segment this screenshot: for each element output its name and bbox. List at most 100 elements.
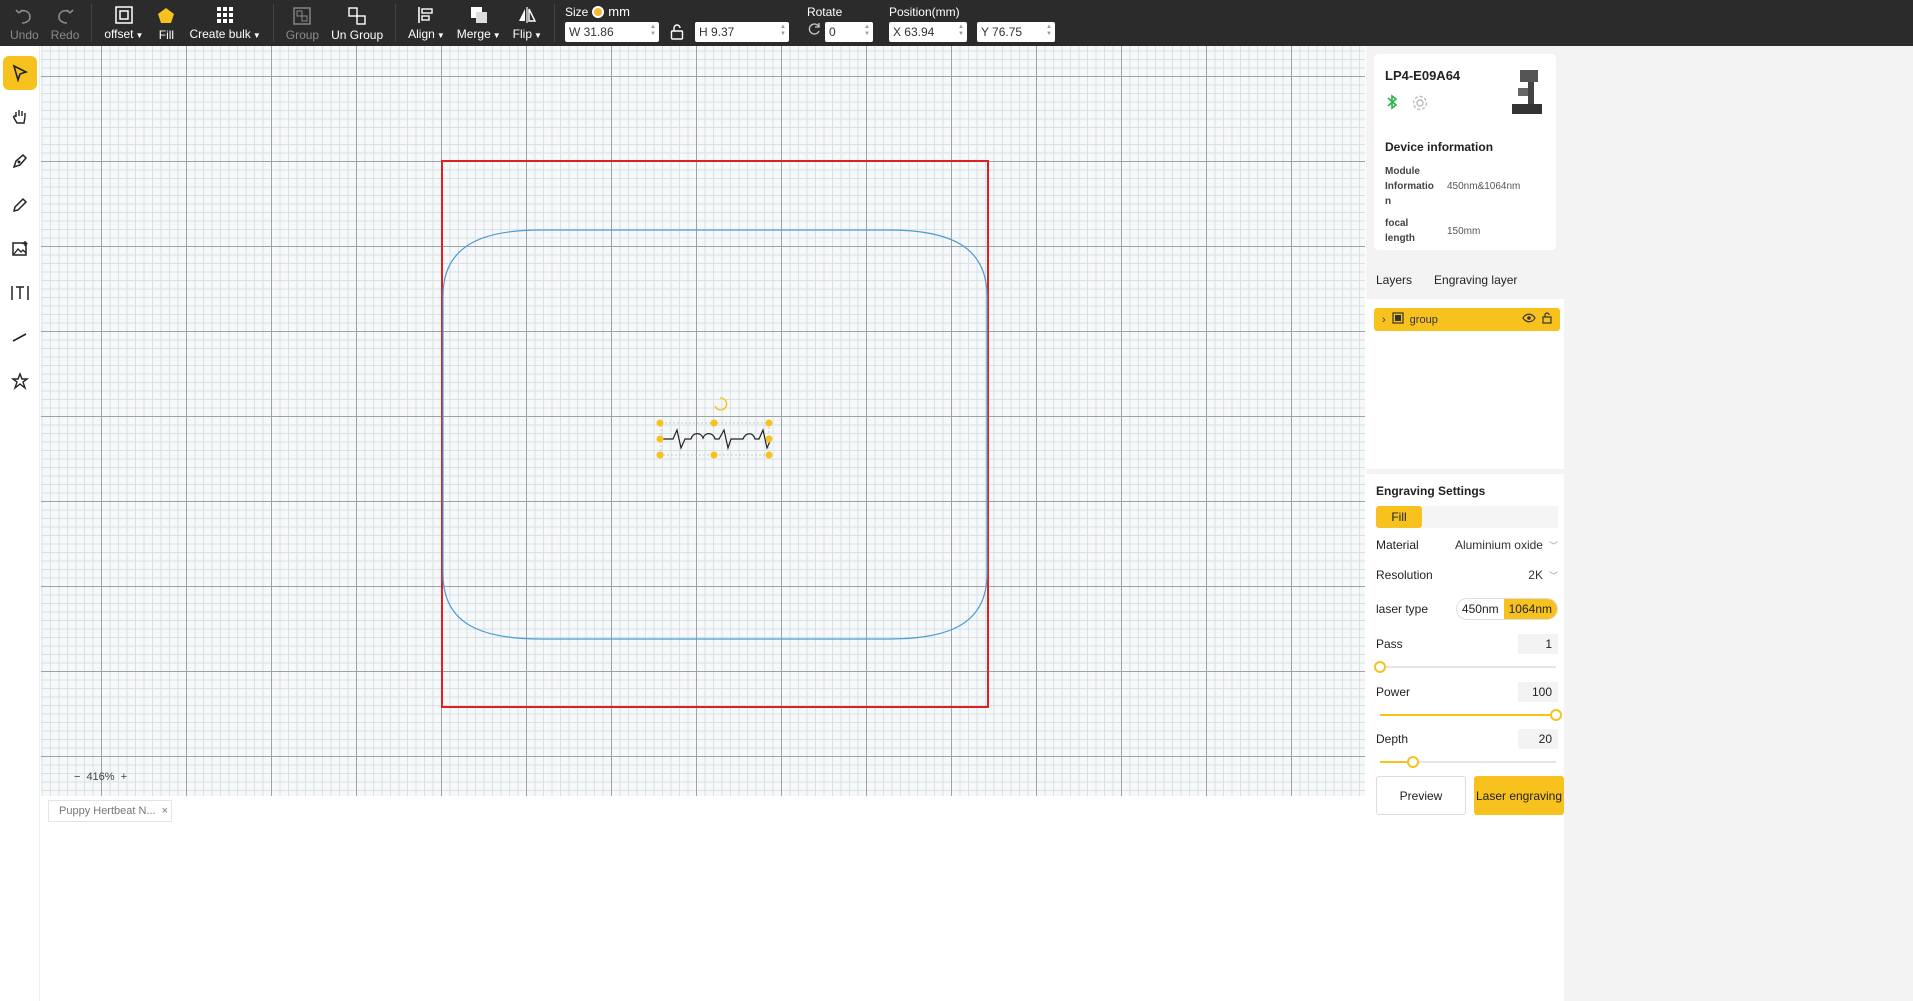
depth-row: Depth 20	[1376, 729, 1558, 749]
stepper-icon[interactable]: ▲ ▼	[1046, 24, 1052, 38]
design-canvas[interactable]	[41, 46, 1365, 796]
chevron-down-icon: ﹀	[1548, 570, 1558, 581]
create-bulk-button[interactable]: Create bulk ▼	[183, 0, 266, 46]
width-input[interactable]: W 31.86 ▲ ▼	[564, 21, 659, 42]
module-value: 450nm&1064nm	[1447, 181, 1521, 192]
power-slider[interactable]	[1380, 708, 1562, 722]
merge-icon	[468, 5, 490, 25]
laser-engraving-button[interactable]: Laser engraving	[1474, 776, 1564, 815]
group-label: Group	[285, 27, 320, 42]
select-tool[interactable]	[3, 56, 37, 90]
depth-label: Depth	[1376, 732, 1409, 746]
shape-tool[interactable]	[3, 364, 37, 398]
x-input[interactable]: X 63.94 ▲ ▼	[888, 21, 967, 42]
offset-label: offset	[104, 26, 134, 41]
line-tool[interactable]	[3, 320, 37, 354]
hand-tool[interactable]	[3, 100, 37, 134]
lock-icon[interactable]	[667, 23, 687, 40]
merge-button[interactable]: Merge ▼	[451, 0, 507, 46]
redo-button[interactable]: Redo	[45, 0, 86, 46]
layer-name: group	[1409, 313, 1438, 326]
top-toolbar: Undo Redo offset ▼ Fill Create bulk ▼ Gr…	[0, 0, 1913, 46]
pass-slider[interactable]	[1374, 660, 1556, 674]
create-bulk-label: Create bulk	[189, 26, 251, 41]
toolbar-divider	[553, 4, 555, 42]
undo-button[interactable]: Undo	[4, 0, 45, 46]
chevron-right-icon[interactable]: ›	[1382, 314, 1386, 326]
flip-button[interactable]: Flip ▼	[507, 0, 548, 46]
resolution-row: Resolution 2K ﹀	[1376, 568, 1558, 582]
device-name: LP4-E09A64	[1385, 68, 1461, 83]
chevron-down-icon: ▼	[492, 30, 501, 40]
offset-button[interactable]: offset ▼	[98, 0, 149, 46]
ungroup-button[interactable]: Un Group	[325, 0, 389, 46]
image-tool[interactable]	[3, 232, 37, 266]
gear-icon[interactable]	[1411, 94, 1429, 117]
layer-item-group[interactable]: › group	[1374, 308, 1560, 331]
position-fields: Position(mm) X 63.94 ▲ ▼ Y 76.75 ▲ ▼	[877, 0, 1059, 46]
rotate-input[interactable]: 0 ▲ ▼	[824, 21, 873, 42]
redo-label: Redo	[50, 27, 80, 42]
rotate-field: Rotate 0 ▲ ▼	[793, 0, 877, 46]
cursor-icon	[12, 64, 29, 82]
device-card: LP4-E09A64 Device information Module Inf…	[1374, 54, 1556, 250]
mode-track	[1422, 506, 1558, 528]
stepper-icon[interactable]: ▲ ▼	[864, 24, 870, 38]
tab-engraving-layer[interactable]: Engraving layer	[1434, 273, 1517, 287]
tab-layers[interactable]: Layers	[1376, 273, 1412, 287]
chevron-down-icon: ▼	[436, 30, 445, 40]
work-area-border	[441, 160, 989, 708]
laser-1064nm-option[interactable]: 1064nm	[1503, 599, 1557, 619]
grid-icon	[214, 5, 236, 25]
power-label: Power	[1376, 685, 1411, 699]
fill-button[interactable]: Fill	[149, 0, 183, 46]
align-button[interactable]: Align ▼	[402, 0, 451, 46]
y-input[interactable]: Y 76.75 ▲ ▼	[976, 21, 1055, 42]
resolution-select[interactable]: 2K ﹀	[1528, 568, 1558, 582]
stepper-icon[interactable]: ▲ ▼	[780, 24, 786, 38]
layer-tabs: Layers Engraving layer	[1366, 261, 1556, 299]
chevron-down-icon: ▼	[252, 30, 261, 40]
slider-knob[interactable]	[1374, 661, 1386, 673]
width-value: W 31.86	[568, 24, 614, 39]
preview-button[interactable]: Preview	[1376, 776, 1466, 815]
undo-label: Undo	[10, 27, 39, 42]
height-input[interactable]: H 9.37 ▲ ▼	[694, 21, 789, 42]
depth-slider[interactable]	[1380, 755, 1556, 769]
group-button[interactable]: Group	[280, 0, 325, 46]
settings-title: Engraving Settings	[1376, 484, 1486, 498]
pencil-tool[interactable]	[3, 188, 37, 222]
mode-fill-tab[interactable]: Fill	[1376, 506, 1422, 528]
pass-input[interactable]: 1	[1518, 634, 1558, 654]
zoom-out-button[interactable]: −	[74, 771, 80, 783]
stepper-icon[interactable]: ▲ ▼	[958, 24, 964, 38]
zoom-control: − 416% +	[74, 771, 127, 783]
power-input[interactable]: 100	[1518, 682, 1558, 702]
laser-450nm-option[interactable]: 450nm	[1457, 599, 1504, 619]
pen-tool[interactable]	[3, 144, 37, 178]
group-layer-icon	[1392, 312, 1404, 327]
rotate-icon	[807, 22, 821, 41]
slider-knob[interactable]	[1550, 709, 1562, 721]
stepper-icon[interactable]: ▲ ▼	[650, 24, 656, 38]
close-icon[interactable]: ×	[162, 805, 168, 817]
chevron-down-icon: ▼	[135, 30, 144, 40]
selected-object	[656, 397, 773, 459]
pass-label: Pass	[1376, 637, 1403, 651]
bluetooth-icon	[1385, 94, 1399, 117]
power-row: Power 100	[1376, 682, 1558, 702]
laser-type-row: laser type 450nm 1064nm	[1376, 598, 1558, 620]
material-select[interactable]: Aluminium oxide ﹀	[1455, 538, 1558, 552]
unit-toggle[interactable]	[592, 5, 605, 18]
pass-row: Pass 1	[1376, 634, 1558, 654]
zoom-in-button[interactable]: +	[121, 771, 127, 783]
depth-input[interactable]: 20	[1518, 729, 1558, 749]
hand-icon	[13, 110, 26, 124]
unlock-icon[interactable]	[1542, 312, 1552, 327]
slider-knob[interactable]	[1407, 756, 1420, 768]
eye-icon[interactable]	[1522, 313, 1536, 326]
text-tool[interactable]	[3, 276, 37, 310]
file-tab[interactable]: Puppy Hertbeat N... ×	[48, 800, 172, 822]
file-tab-label: Puppy Hertbeat N...	[59, 805, 156, 817]
align-icon	[415, 5, 437, 25]
